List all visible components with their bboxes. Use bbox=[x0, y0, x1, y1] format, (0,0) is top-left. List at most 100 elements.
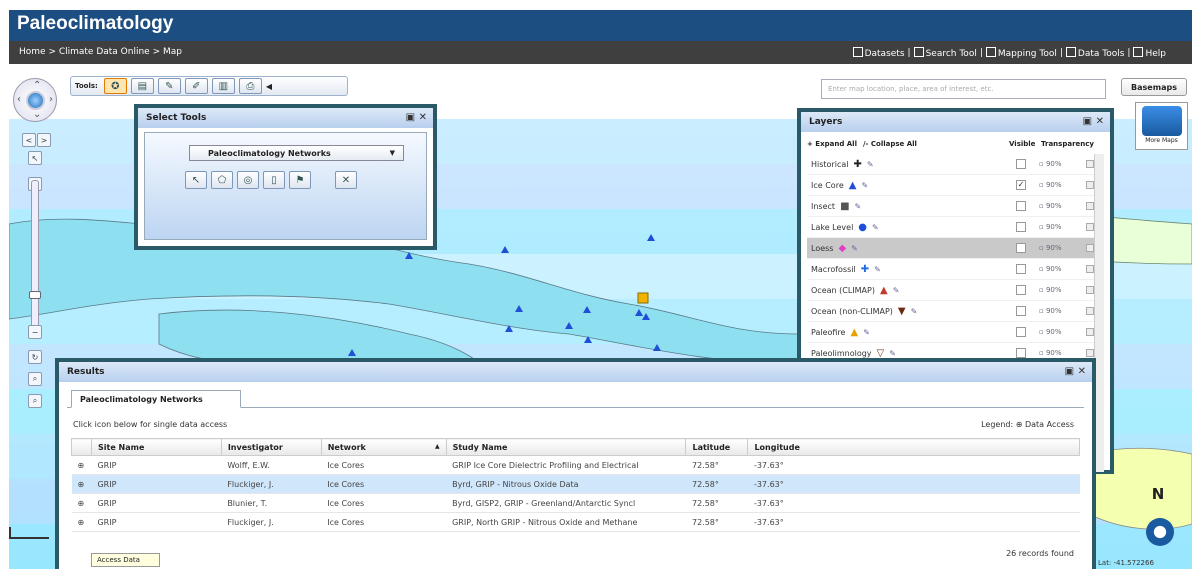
print-tool-icon[interactable]: ⎙ bbox=[238, 78, 262, 94]
edit-layer-icon[interactable]: ✎ bbox=[867, 160, 874, 169]
data-access-icon[interactable]: ⊕ bbox=[71, 493, 92, 513]
close-icon[interactable]: ✕ bbox=[419, 112, 427, 123]
layer-visible-checkbox[interactable] bbox=[1016, 243, 1026, 253]
layer-visible-checkbox[interactable] bbox=[1016, 327, 1026, 337]
nav-link-help[interactable]: Help bbox=[1133, 47, 1166, 59]
pan-right-icon[interactable]: › bbox=[49, 94, 53, 105]
map-search-input[interactable]: Enter map location, place, area of inter… bbox=[821, 79, 1106, 99]
nav-link-mapping-tool[interactable]: Mapping Tool bbox=[985, 47, 1057, 59]
layer-row[interactable]: Macrofossil ✚ ✎ ▫ 90% bbox=[807, 259, 1104, 280]
layer-transparency-button[interactable] bbox=[1086, 244, 1094, 252]
clear-selection-button[interactable]: ✕ bbox=[335, 171, 357, 189]
edit-layer-icon[interactable]: ✎ bbox=[893, 286, 900, 295]
basemaps-button[interactable]: Basemaps bbox=[1121, 78, 1187, 96]
layer-transparency-button[interactable] bbox=[1086, 328, 1094, 336]
select-tool-icon[interactable]: ✎ bbox=[157, 78, 181, 94]
tab-paleoclimatology-networks[interactable]: Paleoclimatology Networks bbox=[71, 390, 241, 408]
layer-visible-checkbox[interactable] bbox=[1016, 201, 1026, 211]
layer-transparency[interactable]: ▫ 90% bbox=[1039, 328, 1062, 336]
edit-layer-icon[interactable]: ✎ bbox=[851, 244, 858, 253]
data-access-icon[interactable]: ⊕ bbox=[71, 455, 92, 475]
expand-all-link[interactable]: + Expand All bbox=[807, 140, 857, 148]
layer-row[interactable]: Loess ◆ ✎ ▫ 90% bbox=[807, 238, 1104, 259]
layer-row[interactable]: Ice Core ▲ ✎ ✓ ▫ 90% bbox=[807, 175, 1104, 196]
layer-transparency[interactable]: ▫ 90% bbox=[1039, 265, 1062, 273]
edit-layer-icon[interactable]: ✎ bbox=[889, 349, 896, 358]
column-header[interactable]: Site Name bbox=[90, 438, 222, 456]
layer-transparency[interactable]: ▫ 90% bbox=[1039, 181, 1062, 189]
column-header[interactable]: Latitude bbox=[685, 438, 749, 456]
globe-icon[interactable] bbox=[26, 91, 45, 110]
dock-icon[interactable]: ▣ bbox=[1065, 366, 1074, 377]
collapse-all-link[interactable]: /- Collapse All bbox=[863, 140, 917, 148]
column-header[interactable]: Network ▲ bbox=[320, 438, 447, 456]
layer-transparency[interactable]: ▫ 90% bbox=[1039, 286, 1062, 294]
layer-visible-checkbox[interactable] bbox=[1016, 264, 1026, 274]
pan-down-icon[interactable]: ⌄ bbox=[33, 109, 41, 120]
magnify-icon[interactable]: ⌕ bbox=[28, 372, 42, 386]
close-icon[interactable]: ✕ bbox=[1078, 366, 1086, 377]
layer-row[interactable]: Ocean (non-CLIMAP) ▼ ✎ ▫ 90% bbox=[807, 301, 1104, 322]
next-extent-icon[interactable]: > bbox=[37, 133, 51, 147]
layer-transparency-button[interactable] bbox=[1086, 265, 1094, 273]
layer-transparency[interactable]: ▫ 90% bbox=[1039, 223, 1062, 231]
layer-visible-checkbox[interactable] bbox=[1016, 348, 1026, 358]
table-row[interactable]: ⊕ GRIP Blunier, T. Ice Cores Byrd, GISP2, GR… bbox=[71, 493, 1080, 513]
layer-visible-checkbox[interactable] bbox=[1016, 222, 1026, 232]
column-header[interactable]: Study Name bbox=[445, 438, 687, 456]
close-icon[interactable]: ✕ bbox=[1096, 116, 1104, 127]
select-flag-icon[interactable]: ⚑ bbox=[289, 171, 311, 189]
edit-layer-icon[interactable]: ✎ bbox=[855, 202, 862, 211]
layer-visible-checkbox[interactable] bbox=[1016, 285, 1026, 295]
layers-tool-icon[interactable]: ▤ bbox=[130, 78, 154, 94]
edit-layer-icon[interactable]: ✎ bbox=[911, 307, 918, 316]
refresh-icon[interactable]: ↻ bbox=[28, 350, 42, 364]
layer-transparency[interactable]: ▫ 90% bbox=[1039, 202, 1062, 210]
zoom-out-icon[interactable]: − bbox=[28, 325, 42, 339]
nav-link-search-tool[interactable]: Search Tool bbox=[913, 47, 977, 59]
layer-visible-checkbox[interactable] bbox=[1016, 306, 1026, 316]
pan-up-icon[interactable]: ⌃ bbox=[33, 80, 41, 91]
pointer-icon[interactable]: ↖ bbox=[28, 151, 42, 165]
pan-control[interactable]: ⌃ ‹ › ⌄ bbox=[13, 78, 57, 122]
layer-transparency-button[interactable] bbox=[1086, 223, 1094, 231]
edit-layer-icon[interactable]: ✎ bbox=[874, 265, 881, 274]
data-access-icon[interactable]: ⊕ bbox=[71, 474, 92, 494]
column-header[interactable]: Longitude bbox=[747, 438, 1080, 456]
layer-row[interactable]: Ocean (CLIMAP) ▲ ✎ ▫ 90% bbox=[807, 280, 1104, 301]
nav-link-datasets[interactable]: Datasets bbox=[852, 47, 905, 59]
identify-tool-icon[interactable]: ✪ bbox=[103, 78, 127, 94]
layer-row[interactable]: Lake Level ● ✎ ▫ 90% bbox=[807, 217, 1104, 238]
layer-transparency-button[interactable] bbox=[1086, 349, 1094, 357]
zoom-slider[interactable] bbox=[29, 180, 41, 330]
dock-icon[interactable]: ▣ bbox=[406, 112, 415, 123]
layer-visible-checkbox[interactable]: ✓ bbox=[1016, 180, 1026, 190]
layer-transparency[interactable]: ▫ 90% bbox=[1039, 349, 1062, 357]
layer-transparency[interactable]: ▫ 90% bbox=[1039, 160, 1062, 168]
data-access-icon[interactable]: ⊕ bbox=[71, 512, 92, 532]
layer-transparency-button[interactable] bbox=[1086, 307, 1094, 315]
layer-row[interactable]: Insect ■ ✎ ▫ 90% bbox=[807, 196, 1104, 217]
collapse-toolbar-icon[interactable]: ◀ bbox=[266, 82, 272, 91]
column-header[interactable]: Investigator bbox=[220, 438, 322, 456]
column-header[interactable] bbox=[71, 438, 92, 456]
table-row[interactable]: ⊕ GRIP Wolff, E.W. Ice Cores GRIP Ice Core D… bbox=[71, 455, 1080, 475]
edit-layer-icon[interactable]: ✎ bbox=[872, 223, 879, 232]
table-row[interactable]: ⊕ GRIP Fluckiger, J. Ice Cores Byrd, GRIP - … bbox=[71, 474, 1080, 494]
zoom-slider-knob[interactable] bbox=[29, 291, 41, 299]
layer-transparency[interactable]: ▫ 90% bbox=[1039, 244, 1062, 252]
select-polygon-icon[interactable]: ⬠ bbox=[211, 171, 233, 189]
draw-tool-icon[interactable]: ✐ bbox=[184, 78, 208, 94]
table-row[interactable]: ⊕ GRIP Fluckiger, J. Ice Cores GRIP, North G… bbox=[71, 512, 1080, 532]
previous-extent-icon[interactable]: < bbox=[22, 133, 36, 147]
layer-transparency-button[interactable] bbox=[1086, 160, 1094, 168]
layer-row[interactable]: Historical ✚ ✎ ▫ 90% bbox=[807, 154, 1104, 175]
select-circle-icon[interactable]: ◎ bbox=[237, 171, 259, 189]
network-dropdown[interactable]: Paleoclimatology Networks ▼ bbox=[189, 145, 404, 161]
layer-transparency-button[interactable] bbox=[1086, 181, 1094, 189]
table-tool-icon[interactable]: ▥ bbox=[211, 78, 235, 94]
layers-titlebar[interactable]: Layers ▣ ✕ bbox=[801, 112, 1110, 132]
select-rectangle-icon[interactable]: ▯ bbox=[263, 171, 285, 189]
edit-layer-icon[interactable]: ✎ bbox=[861, 181, 868, 190]
nav-link-data-tools[interactable]: Data Tools bbox=[1065, 47, 1124, 59]
